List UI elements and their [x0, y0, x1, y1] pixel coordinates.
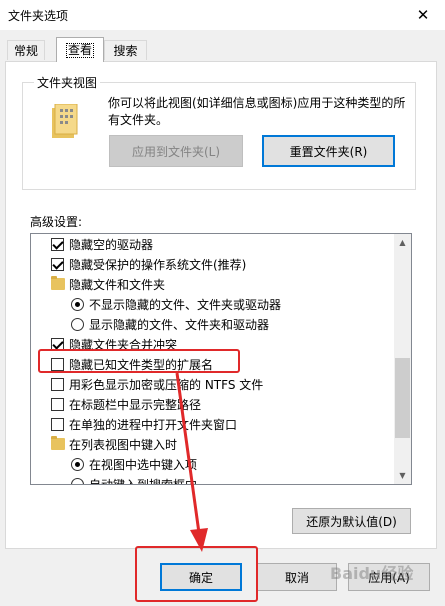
window-title: 文件夹选项 [8, 9, 69, 23]
tree-item-label: 隐藏空的驱动器 [69, 237, 154, 252]
tree-item-label: 在视图中选中键入项 [89, 457, 198, 472]
tree-item-hide-merge-conflicts[interactable]: 隐藏文件夹合并冲突 [51, 334, 411, 354]
scrollbar-thumb[interactable] [395, 358, 410, 438]
tree-item-hide-extensions[interactable]: 隐藏已知文件类型的扩展名 [51, 354, 411, 374]
close-icon[interactable]: ✕ [401, 0, 445, 30]
radio-button[interactable] [71, 297, 84, 311]
checkbox[interactable] [51, 237, 64, 251]
radio-button[interactable] [71, 457, 84, 471]
tree-item-separate-process[interactable]: 在单独的进程中打开文件夹窗口 [51, 414, 411, 434]
tree-item-select-typed-item[interactable]: 在视图中选中键入项 [71, 454, 411, 474]
tree-scrollbar[interactable]: ▲ ▼ [394, 234, 411, 484]
tree-item-label: 不显示隐藏的文件、文件夹或驱动器 [89, 297, 282, 312]
advanced-settings-label: 高级设置: [30, 215, 83, 229]
tree-item-label: 自动键入到搜索框中 [89, 477, 198, 485]
checkbox[interactable] [51, 357, 64, 371]
folder-view-description: 你可以将此视图(如详细信息或图标)应用于这种类型的所有文件夹。 [108, 96, 406, 127]
radio-button[interactable] [71, 477, 84, 484]
tree-item-hide-empty-drives[interactable]: 隐藏空的驱动器 [51, 234, 411, 254]
tree-item-label: 隐藏受保护的操作系统文件(推荐) [69, 257, 247, 272]
tab-label: 常规 [13, 44, 38, 58]
tree-item-hidden-files-folder: 隐藏文件和文件夹 [51, 274, 411, 294]
tree-item-dont-show-hidden[interactable]: 不显示隐藏的文件、文件夹或驱动器 [71, 294, 411, 314]
folder-icon [51, 436, 65, 450]
reset-folders-button[interactable]: 重置文件夹(R) [262, 135, 395, 167]
restore-defaults-button[interactable]: 还原为默认值(D) [292, 508, 411, 534]
tab-label: 查看 [65, 42, 94, 58]
advanced-settings-tree[interactable]: 隐藏空的驱动器 隐藏受保护的操作系统文件(推荐) 隐藏文件和文件夹 不显示隐藏的… [30, 233, 412, 485]
checkbox[interactable] [51, 377, 64, 391]
radio-button[interactable] [71, 317, 84, 331]
tree-item-show-hidden[interactable]: 显示隐藏的文件、文件夹和驱动器 [71, 314, 411, 334]
tree-item-label: 在标题栏中显示完整路径 [69, 397, 202, 412]
scroll-down-icon[interactable]: ▼ [394, 467, 411, 484]
checkbox[interactable] [51, 417, 64, 431]
tab-search[interactable]: 搜索 [104, 40, 147, 60]
checkbox[interactable] [51, 257, 64, 271]
folder-icon [51, 276, 65, 290]
checkbox[interactable] [51, 337, 64, 351]
tree-item-color-ntfs[interactable]: 用彩色显示加密或压缩的 NTFS 文件 [51, 374, 411, 394]
tree-item-type-into-search[interactable]: 自动键入到搜索框中 [71, 474, 411, 485]
scroll-up-icon[interactable]: ▲ [394, 234, 411, 251]
title-bar: 文件夹选项 ✕ [0, 0, 445, 30]
tree-item-hide-protected-os-files[interactable]: 隐藏受保护的操作系统文件(推荐) [51, 254, 411, 274]
watermark: Baidu经验 [330, 564, 414, 583]
tree-item-label: 用彩色显示加密或压缩的 NTFS 文件 [69, 377, 264, 392]
cancel-button[interactable]: 取消 [257, 563, 337, 591]
tree-item-label: 隐藏文件和文件夹 [69, 277, 166, 292]
tab-label: 搜索 [113, 44, 138, 58]
tree-item-full-path-title[interactable]: 在标题栏中显示完整路径 [51, 394, 411, 414]
apply-to-folders-button[interactable]: 应用到文件夹(L) [109, 135, 243, 167]
tab-view[interactable]: 查看 [56, 37, 104, 62]
tree-item-label: 在单独的进程中打开文件夹窗口 [69, 417, 238, 432]
checkbox[interactable] [51, 397, 64, 411]
ok-button[interactable]: 确定 [160, 563, 242, 591]
tree-item-label: 隐藏文件夹合并冲突 [69, 337, 178, 352]
tab-general[interactable]: 常规 [7, 40, 45, 60]
folder-view-icon [52, 104, 78, 138]
tree-item-label: 显示隐藏的文件、文件夹和驱动器 [89, 317, 270, 332]
tree-item-list-view-typing: 在列表视图中键入时 [51, 434, 411, 454]
tree-item-label: 在列表视图中键入时 [69, 437, 178, 452]
folder-view-legend: 文件夹视图 [34, 74, 101, 91]
tree-item-label: 隐藏已知文件类型的扩展名 [69, 357, 214, 372]
